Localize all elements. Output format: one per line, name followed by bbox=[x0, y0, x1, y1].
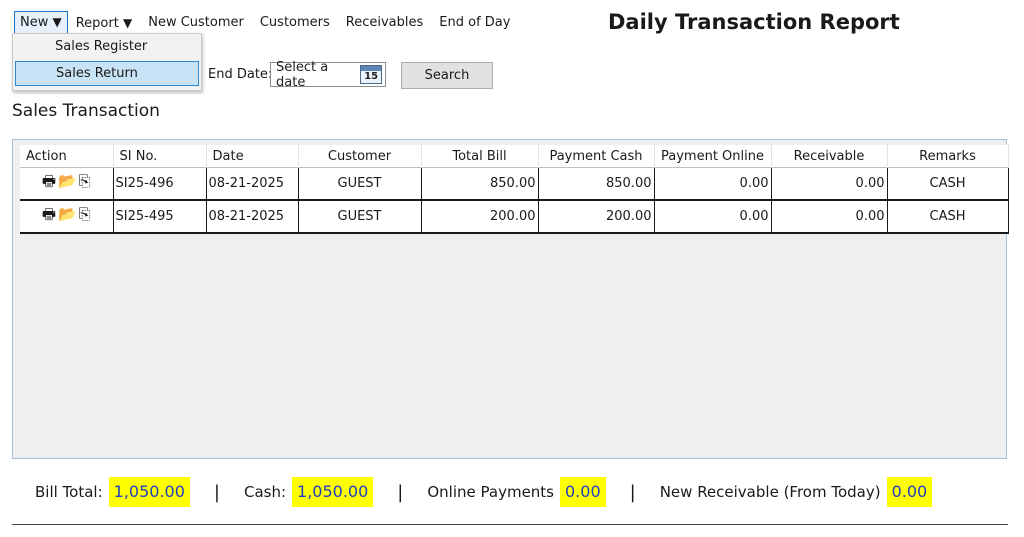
cash-label: Cash: bbox=[243, 483, 287, 501]
section-title: Sales Transaction bbox=[12, 101, 160, 121]
transactions-table: Action SI No. Date Customer Total Bill P… bbox=[20, 145, 1009, 234]
folder-open-icon[interactable]: 📂 bbox=[58, 172, 77, 190]
cell-customer: GUEST bbox=[298, 167, 422, 201]
table-row[interactable]: 🖶 📂 ⎘ SI25-495 08-21-2025 GUEST 200.00 200… bbox=[20, 200, 1009, 234]
end-date-label: End Date: bbox=[208, 67, 273, 82]
menu-new-label: New bbox=[20, 15, 49, 30]
summary-bar: Bill Total: 1,050.00 | Cash: 1,050.00 | … bbox=[35, 477, 933, 507]
new-receivable-value: 0.00 bbox=[886, 477, 933, 507]
column-header[interactable]: Customer bbox=[298, 145, 422, 168]
end-date-picker[interactable]: Select a date 15 bbox=[270, 59, 386, 90]
menu-new-customer[interactable]: New Customer bbox=[140, 12, 252, 34]
row-actions: 🖶 📂 ⎘ bbox=[20, 167, 114, 201]
copy-icon[interactable]: ⎘ bbox=[79, 205, 91, 223]
menu-item-sales-register[interactable]: Sales Register bbox=[13, 34, 201, 59]
cell-si-no: SI25-495 bbox=[113, 200, 207, 234]
table-row[interactable]: 🖶 📂 ⎘ SI25-496 08-21-2025 GUEST 850.00 850… bbox=[20, 167, 1009, 201]
copy-icon[interactable]: ⎘ bbox=[79, 172, 91, 190]
calendar-day: 15 bbox=[364, 71, 379, 82]
cell-date: 08-21-2025 bbox=[206, 167, 299, 201]
column-header[interactable]: Remarks bbox=[887, 145, 1009, 168]
online-payments-label: Online Payments bbox=[427, 483, 554, 501]
menu-report[interactable]: Report ▼ bbox=[68, 12, 140, 34]
cell-customer: GUEST bbox=[298, 200, 422, 234]
print-icon[interactable]: 🖶 bbox=[42, 171, 56, 196]
print-icon[interactable]: 🖶 bbox=[42, 204, 56, 229]
date-placeholder: Select a date bbox=[276, 59, 329, 90]
online-payments-value: 0.00 bbox=[560, 477, 606, 507]
cell-payment-online: 0.00 bbox=[654, 167, 772, 201]
column-header[interactable]: Date bbox=[206, 145, 299, 168]
menu-customers[interactable]: Customers bbox=[252, 12, 338, 34]
menu-report-label: Report bbox=[75, 16, 119, 31]
column-header[interactable]: Receivable bbox=[771, 145, 888, 168]
bill-total-label: Bill Total: bbox=[35, 483, 103, 501]
column-header[interactable]: Action bbox=[20, 145, 114, 168]
new-receivable-label: New Receivable (From Today) bbox=[659, 483, 881, 501]
column-header[interactable]: Payment Online bbox=[654, 145, 772, 168]
cell-total-bill: 850.00 bbox=[421, 167, 539, 201]
column-header[interactable]: Total Bill bbox=[421, 145, 539, 168]
separator: | bbox=[397, 481, 404, 503]
page-title: Daily Transaction Report bbox=[608, 10, 900, 34]
search-button[interactable]: Search bbox=[401, 62, 493, 89]
menu-bar: New ▼ Report ▼ New Customer Customers Re… bbox=[14, 11, 518, 35]
cell-total-bill: 200.00 bbox=[421, 200, 539, 234]
divider bbox=[12, 524, 1008, 525]
calendar-icon[interactable]: 15 bbox=[360, 65, 382, 84]
table-header-row: Action SI No. Date Customer Total Bill P… bbox=[20, 145, 1009, 168]
column-header[interactable]: SI No. bbox=[113, 145, 207, 168]
cell-payment-online: 0.00 bbox=[654, 200, 772, 234]
separator: | bbox=[213, 481, 220, 503]
menu-new[interactable]: New ▼ bbox=[14, 11, 68, 35]
cell-receivable: 0.00 bbox=[771, 167, 888, 201]
menu-receivables[interactable]: Receivables bbox=[338, 12, 432, 34]
row-actions: 🖶 📂 ⎘ bbox=[20, 200, 114, 234]
chevron-down-icon: ▼ bbox=[122, 16, 133, 30]
folder-open-icon[interactable]: 📂 bbox=[58, 205, 77, 223]
transactions-grid: Action SI No. Date Customer Total Bill P… bbox=[12, 139, 1009, 459]
separator: | bbox=[629, 481, 636, 503]
cell-payment-cash: 200.00 bbox=[538, 200, 655, 234]
menu-end-of-day[interactable]: End of Day bbox=[431, 12, 518, 34]
bill-total-value: 1,050.00 bbox=[108, 477, 190, 507]
cell-remarks: CASH bbox=[887, 200, 1009, 234]
column-header[interactable]: Payment Cash bbox=[538, 145, 655, 168]
cell-si-no: SI25-496 bbox=[113, 167, 207, 201]
cash-value: 1,050.00 bbox=[292, 477, 374, 507]
cell-receivable: 0.00 bbox=[771, 200, 888, 234]
cell-payment-cash: 850.00 bbox=[538, 167, 655, 201]
cell-remarks: CASH bbox=[887, 167, 1009, 201]
menu-item-sales-return[interactable]: Sales Return bbox=[15, 61, 199, 86]
new-menu-dropdown: Sales Register Sales Return bbox=[12, 33, 202, 91]
cell-date: 08-21-2025 bbox=[206, 200, 299, 234]
chevron-down-icon: ▼ bbox=[52, 15, 62, 29]
